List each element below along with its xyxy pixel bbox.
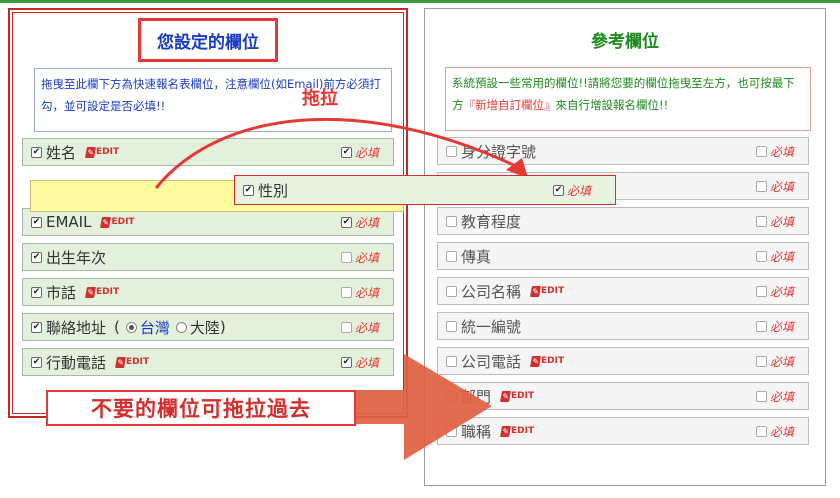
callout-drag-unwanted: 不要的欄位可拖拉過去: [46, 390, 356, 426]
